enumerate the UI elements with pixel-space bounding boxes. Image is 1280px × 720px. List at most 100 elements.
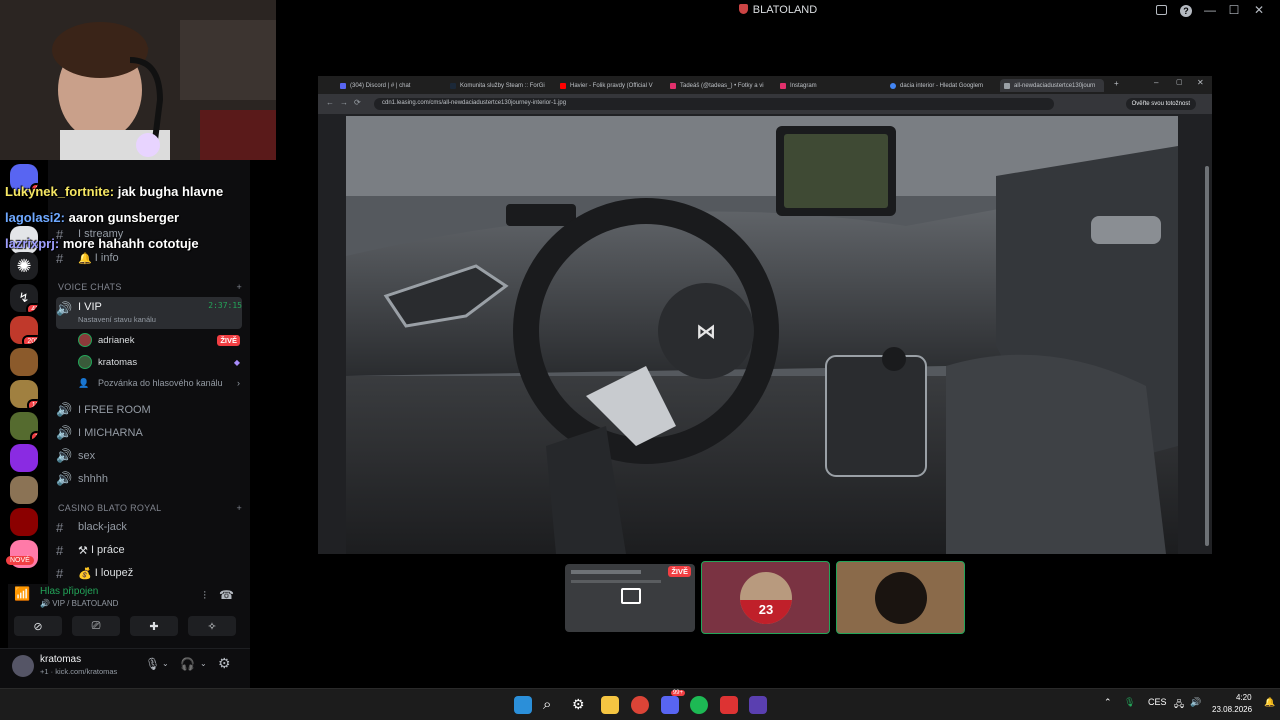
close-icon[interactable]: ✕ [1197, 78, 1204, 87]
nav-arrows-icon[interactable]: ←→⟳ [326, 98, 367, 107]
start-windows-icon[interactable] [514, 696, 532, 714]
volume-icon[interactable]: 🔊 [1190, 697, 1201, 708]
moneybag-icon: 💰 [78, 567, 92, 580]
help-icon[interactable]: ? [1180, 5, 1192, 17]
chevron-right-icon: › [237, 378, 240, 388]
channel-label: I loupež [94, 567, 134, 579]
add-channel-icon[interactable]: + [236, 503, 242, 513]
mic-tray-icon[interactable]: 🎙 [1124, 697, 1135, 708]
search-icon[interactable]: ⌕ [543, 696, 561, 714]
url-text: cdn1.leasing.com/cms/all-newdaciadustert… [382, 100, 567, 106]
verify-identity-button[interactable]: Ověřte svou totožnost [1125, 98, 1196, 110]
server-icon-6[interactable]: 11 [10, 380, 38, 408]
activities-button[interactable]: ✚ [130, 616, 178, 636]
clock-date[interactable]: 23.08.2026 [1212, 705, 1252, 714]
notification-icon[interactable]: 🔔 [1264, 697, 1275, 708]
new-tab-icon[interactable]: + [1114, 79, 1119, 88]
server-icon-11[interactable]: NOVÉ [6, 540, 38, 568]
headphones-icon[interactable]: 🎧 [180, 657, 195, 671]
voice-user-adrianek[interactable]: adrianek ŽIVĚ [78, 330, 240, 350]
network-icon[interactable]: 🖧 [1174, 697, 1184, 713]
minimize-icon[interactable]: — [1202, 3, 1218, 17]
clock-time[interactable]: 4:20 [1236, 693, 1252, 702]
chevron-down-icon[interactable]: ⌄ [162, 659, 169, 668]
category-voice-chats[interactable]: VOICE CHATS + [58, 282, 242, 292]
spotify-icon[interactable] [690, 696, 708, 714]
scrollbar-thumb[interactable] [1205, 166, 1209, 546]
voice-invite[interactable]: 👤 Pozvánka do hlasového kanálu › [78, 373, 240, 393]
browser-tab[interactable]: Komunita služby Steam :: ForGi [450, 79, 550, 92]
screen-share-button[interactable]: ⎚ [72, 616, 120, 636]
preview-line [571, 580, 661, 583]
category-casino[interactable]: CASINO BLATO ROYAL + [58, 503, 242, 513]
chevron-up-icon[interactable]: ⌃ [1104, 697, 1112, 708]
voice-channel-micharna[interactable]: 🔊 I MICHARNA [56, 423, 242, 443]
browser-tab-active[interactable]: all-newdaciadustertce130journ [1000, 79, 1104, 92]
voice-user-kratomas[interactable]: kratomas ◆ [78, 352, 240, 372]
soundboard-button[interactable]: ✧ [188, 616, 236, 636]
screen-share-icon [621, 588, 641, 604]
mic-icon[interactable]: 🎙 [145, 657, 160, 671]
server-icon-10[interactable] [10, 508, 38, 536]
soundboard-icon[interactable]: ⫶ [203, 590, 206, 603]
server-icon-4[interactable]: 205 [10, 316, 38, 344]
browser-tab[interactable]: Tadeáš (@tadeas_) • Fotky a vi [670, 79, 770, 92]
app-red-icon[interactable] [720, 696, 738, 714]
disconnect-icon[interactable]: ☎ [219, 588, 234, 602]
browser-tab[interactable]: (304) Discord | # | chat [340, 79, 440, 92]
server-icon-7[interactable]: 7 [10, 412, 38, 440]
browser-tab[interactable]: Instagram [780, 79, 880, 92]
stream-tile-screen[interactable]: ŽIVĚ [565, 564, 695, 632]
discord-icon[interactable]: 99+ [661, 690, 685, 714]
channel-prace[interactable]: # ⚒ I práce [56, 540, 242, 560]
inbox-icon[interactable] [1156, 5, 1167, 15]
camera-off-button[interactable]: ⊘ [14, 616, 62, 636]
category-label: VOICE CHATS [58, 282, 122, 292]
user-subtext: +1 · kick.com/kratomas [40, 667, 118, 676]
vip-channel-text: I VIP Nastavení stavu kanálu [78, 301, 156, 324]
server-icon-5[interactable] [10, 348, 38, 376]
voice-channel-sex[interactable]: 🔊 sex [56, 446, 242, 466]
window-title: BLATOLAND [276, 4, 1280, 16]
chat-text: more hahahh cototuje [62, 236, 199, 251]
screen-share-viewer[interactable]: (304) Discord | # | chat Komunita služby… [318, 76, 1212, 554]
stream-tile-user-1[interactable]: 23 [701, 561, 830, 634]
language-indicator[interactable]: CES [1148, 697, 1167, 707]
server-icon-3[interactable]: ↯ 43 [10, 284, 38, 312]
jersey-number: 23 [740, 600, 792, 624]
channel-black-jack[interactable]: # black-jack [56, 517, 242, 537]
channel-loupez[interactable]: # 💰 I loupež [56, 563, 242, 583]
server-icon-9[interactable] [10, 476, 38, 504]
server-icon-8[interactable] [10, 444, 38, 472]
channel-label: black-jack [78, 521, 127, 533]
maximize-icon[interactable]: ▢ [1176, 78, 1183, 86]
chatgpt-server-icon[interactable]: ✺ [10, 252, 38, 280]
settings-gear-icon[interactable]: ⚙ [218, 655, 231, 672]
browser-tab[interactable]: Havier - Folik pravdy (Official V [560, 79, 660, 92]
chrome-icon[interactable] [631, 696, 649, 714]
settings-icon[interactable]: ⚙ [572, 696, 590, 714]
user-name[interactable]: kratomas [40, 654, 81, 665]
file-explorer-icon[interactable] [601, 696, 619, 714]
voice-channel-shhhh[interactable]: 🔊 shhhh [56, 469, 242, 489]
browser-scrollbar[interactable] [1204, 116, 1210, 554]
avatar[interactable] [12, 655, 34, 677]
chat-text: jak bugha hlavne [117, 184, 224, 199]
url-input[interactable]: cdn1.leasing.com/cms/all-newdaciadustert… [374, 98, 1054, 110]
channel-info[interactable]: # 🔔 I info [56, 248, 242, 268]
stream-tile-user-2[interactable] [836, 561, 965, 634]
maximize-icon[interactable]: ☐ [1226, 3, 1242, 17]
close-icon[interactable]: ✕ [1251, 3, 1267, 17]
channel-label: I FREE ROOM [78, 404, 151, 416]
voice-channel-free-room[interactable]: 🔊 I FREE ROOM [56, 400, 242, 420]
browser-tab[interactable]: dacia interior - Hledat Googlem [890, 79, 990, 92]
channel-status[interactable]: Nastavení stavu kanálu [78, 315, 156, 324]
voice-status[interactable]: Hlas připojen [40, 586, 98, 597]
add-channel-icon[interactable]: + [236, 282, 242, 292]
voice-channel-vip[interactable]: 🔊 I VIP Nastavení stavu kanálu 2:37:15 [56, 297, 242, 329]
user-name: adrianek [98, 334, 135, 346]
avatar [875, 572, 927, 624]
chevron-down-icon[interactable]: ⌄ [200, 659, 207, 668]
minimize-icon[interactable]: – [1154, 78, 1158, 87]
app-purple-icon[interactable] [749, 696, 767, 714]
